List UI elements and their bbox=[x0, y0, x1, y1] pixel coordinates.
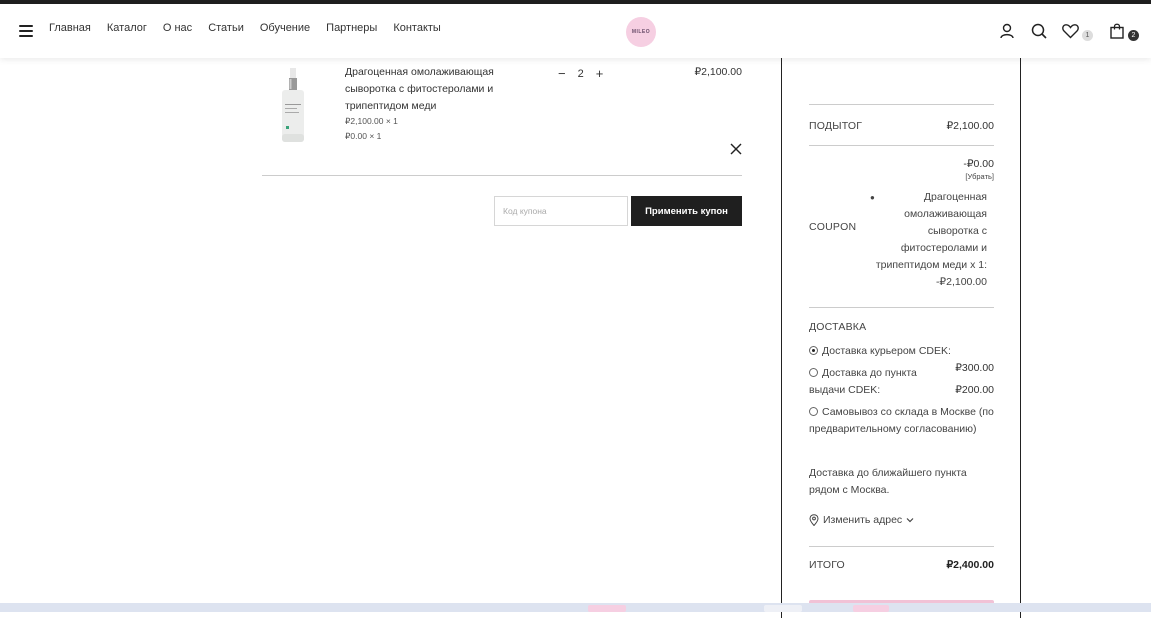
total-value: ₽2,400.00 bbox=[946, 559, 994, 571]
wishlist-count-badge: 1 bbox=[1082, 30, 1093, 41]
shipping-option-label: Доставка курьером CDEK: bbox=[822, 345, 951, 357]
coupon-label: COUPON bbox=[809, 221, 857, 233]
change-address-label: Изменить адрес bbox=[823, 514, 903, 526]
search-icon[interactable] bbox=[1031, 23, 1047, 39]
divider bbox=[809, 104, 994, 105]
product-price-line: ₽2,100.00 × 1 bbox=[345, 116, 398, 126]
radio-unselected[interactable] bbox=[809, 407, 818, 416]
subtotal-value: ₽2,100.00 bbox=[946, 120, 994, 132]
nav-catalog[interactable]: Каталог bbox=[107, 22, 147, 34]
radio-unselected[interactable] bbox=[809, 368, 818, 377]
taskbar-item[interactable] bbox=[853, 605, 889, 612]
nav-education[interactable]: Обучение bbox=[260, 22, 310, 34]
site-logo[interactable]: MILEO bbox=[626, 17, 656, 47]
quantity-value[interactable]: 2 bbox=[578, 68, 584, 80]
shipping-label: ДОСТАВКА bbox=[809, 321, 867, 333]
main-nav: Главная Каталог О нас Статьи Обучение Па… bbox=[49, 22, 441, 34]
nav-about[interactable]: О нас bbox=[163, 22, 192, 34]
remove-coupon-link[interactable]: [Убрать] bbox=[965, 172, 994, 181]
quantity-decrease-button[interactable]: − bbox=[558, 66, 566, 81]
divider bbox=[809, 307, 994, 308]
quantity-stepper: − 2 + bbox=[558, 66, 603, 81]
cart-icon[interactable] bbox=[1110, 23, 1124, 39]
taskbar-item[interactable] bbox=[588, 605, 626, 612]
item-price: ₽2,100.00 bbox=[694, 66, 742, 78]
shipping-destination-note: Доставка до ближайшего пункта рядом с Мо… bbox=[809, 467, 967, 496]
cart-totals-panel bbox=[781, 58, 1021, 618]
shipping-option-pickup-point[interactable]: Доставка до пункта выдачи CDEK: bbox=[809, 365, 929, 399]
quantity-increase-button[interactable]: + bbox=[596, 66, 604, 81]
coupon-code-input[interactable] bbox=[494, 196, 628, 226]
divider bbox=[809, 546, 994, 547]
shipping-option-price: ₽200.00 bbox=[955, 384, 994, 396]
total-label: ИТОГО bbox=[809, 559, 845, 571]
nav-articles[interactable]: Статьи bbox=[208, 22, 244, 34]
nav-contacts[interactable]: Контакты bbox=[393, 22, 441, 34]
coupon-detail: Драгоценная омолаживающая сыворотка с фи… bbox=[875, 191, 987, 288]
change-address-link[interactable]: Изменить адрес bbox=[809, 514, 914, 526]
shipping-option-price: ₽300.00 bbox=[955, 362, 994, 374]
site-header: Главная Каталог О нас Статьи Обучение Па… bbox=[0, 4, 1151, 58]
chevron-down-icon bbox=[906, 518, 914, 523]
product-image[interactable] bbox=[280, 68, 306, 144]
apply-coupon-button[interactable]: Применить купон bbox=[631, 196, 742, 226]
divider bbox=[262, 175, 742, 176]
product-addon-price-line: ₽0.00 × 1 bbox=[345, 131, 382, 141]
close-icon[interactable] bbox=[730, 143, 742, 155]
shipping-option-label: Самовывоз со склада в Москве (по предвар… bbox=[809, 406, 994, 435]
account-icon[interactable] bbox=[1000, 23, 1014, 39]
subtotal-label: ПОДЫТОГ bbox=[809, 120, 863, 132]
radio-selected[interactable] bbox=[809, 346, 818, 355]
taskbar-item[interactable] bbox=[764, 605, 802, 612]
divider bbox=[809, 145, 994, 146]
wishlist-icon[interactable] bbox=[1062, 23, 1079, 39]
cart-count-badge: 2 bbox=[1128, 30, 1139, 41]
nav-partners[interactable]: Партнеры bbox=[326, 22, 377, 34]
product-name[interactable]: Драгоценная омолаживающая сыворотка с фи… bbox=[345, 64, 525, 115]
shipping-option-self-pickup[interactable]: Самовывоз со склада в Москве (по предвар… bbox=[809, 404, 994, 438]
browser-taskbar-strip bbox=[0, 603, 1151, 612]
shipping-option-courier[interactable]: Доставка курьером CDEK: bbox=[809, 343, 951, 360]
menu-icon[interactable] bbox=[19, 25, 33, 37]
coupon-discount-value: -₽0.00 bbox=[963, 158, 994, 170]
location-pin-icon bbox=[809, 514, 819, 526]
shipping-option-label: Доставка до пункта выдачи CDEK: bbox=[809, 367, 917, 396]
nav-home[interactable]: Главная bbox=[49, 22, 91, 34]
